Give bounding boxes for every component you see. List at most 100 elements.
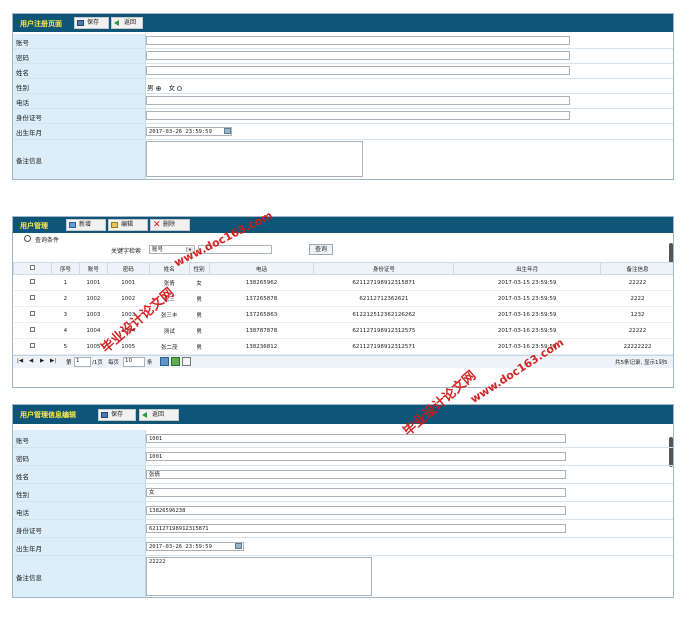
table-cell: 137265863 — [209, 306, 314, 323]
table-cell: 1 — [51, 274, 80, 291]
field-label: 出生年月 — [16, 545, 42, 553]
field-label: 身份证号 — [16, 527, 42, 535]
table-cell: 138787878 — [209, 322, 314, 339]
table-cell: 张二茂 — [149, 338, 190, 355]
form-row-phone: 电话 13826596238 — [13, 502, 673, 520]
next-page-icon[interactable]: ▶ — [40, 358, 44, 364]
table-cell: 2 — [51, 290, 80, 307]
name-input[interactable] — [146, 66, 570, 75]
per-page-unit: 条 — [147, 360, 153, 366]
table-header: 序号 账号 密码 姓名 性别 电话 身份证号 出生年月 备注信息 — [13, 262, 673, 275]
table-cell: 1002 — [79, 290, 108, 307]
table-cell: 22222222 — [600, 338, 673, 355]
select-all-checkbox[interactable] — [13, 262, 52, 275]
table-cell: 138265962 — [209, 274, 314, 291]
remark-textarea[interactable] — [146, 141, 363, 177]
table-row[interactable]: 3 1003 1003 张三丰男 137265863 612212512362126262… — [13, 306, 673, 323]
table-row[interactable]: 1 1001 1001 张倩女 138265962 621127198912315871 2… — [13, 274, 673, 291]
remark-textarea[interactable]: 22222 — [146, 557, 372, 596]
table-cell: 男 — [189, 338, 210, 355]
back-button[interactable]: 返回 — [139, 409, 179, 421]
field-label: 出生年月 — [16, 129, 42, 137]
row-checkbox[interactable] — [13, 274, 52, 291]
save-button[interactable]: 保存 — [74, 17, 109, 29]
column-header: 性别 — [188, 262, 210, 275]
account-input[interactable] — [146, 36, 570, 45]
new-button[interactable]: 新增 — [66, 219, 106, 231]
table-cell: 137265878 — [209, 290, 314, 307]
table-cell: 22222 — [600, 322, 673, 339]
table-cell: 男 — [189, 322, 210, 339]
table-cell: 621127198912312575 — [313, 322, 454, 339]
table-cell: 2017-03-16 23:59:59 — [453, 322, 601, 339]
table-cell: 5 — [51, 338, 80, 355]
form-row-password: 密码 — [13, 49, 673, 64]
password-input[interactable]: 1001 — [146, 452, 566, 461]
column-header: 出生年月 — [453, 262, 602, 275]
field-label: 备注信息 — [16, 574, 42, 582]
field-label: 电话 — [16, 509, 29, 517]
user-edit-panel: 用户管理信息编辑 保存 返回 账号 1001 密码 1001 姓名 张倩 性别 … — [12, 404, 674, 598]
phone-input[interactable] — [146, 96, 570, 105]
table-cell: 1001 — [79, 274, 108, 291]
calendar-icon[interactable] — [235, 543, 242, 549]
form-row-remark: 备注信息 22222 — [13, 556, 673, 597]
field-label: 账号 — [16, 39, 29, 47]
export-icon[interactable] — [171, 357, 180, 366]
female-radio[interactable] — [177, 85, 183, 91]
form-row-gender: 性别 男 女 — [13, 79, 673, 94]
idcard-input[interactable]: 621127198912315871 — [146, 524, 566, 533]
row-checkbox[interactable] — [13, 322, 52, 339]
phone-input[interactable]: 13826596238 — [146, 506, 566, 515]
male-radio[interactable] — [155, 85, 161, 91]
back-label: 返回 — [152, 411, 165, 418]
refresh-icon[interactable] — [160, 357, 169, 366]
query-button[interactable]: 查询 — [309, 244, 333, 255]
edit-button[interactable]: 编辑 — [108, 219, 148, 231]
delete-button[interactable]: ✕ 删除 — [150, 219, 190, 231]
birthdate-input[interactable]: 2017-03-26 23:59:59 — [146, 542, 244, 551]
row-checkbox[interactable] — [13, 290, 52, 307]
row-checkbox[interactable] — [13, 306, 52, 323]
idcard-input[interactable] — [146, 111, 570, 120]
table-cell: 2017-03-16 23:59:59 — [453, 306, 601, 323]
table-row[interactable]: 2 1002 1002 张三男 137265878 62112712362621 2017-… — [13, 290, 673, 307]
table-cell: 1003 — [79, 306, 108, 323]
print-icon[interactable] — [182, 357, 191, 366]
register-title: 用户注册页面 — [20, 20, 62, 28]
male-label: 男 — [147, 84, 154, 92]
password-input[interactable] — [146, 51, 570, 60]
table-cell: 22222 — [600, 274, 673, 291]
name-input[interactable]: 张倩 — [146, 470, 566, 479]
first-page-icon[interactable]: |◀ — [17, 358, 23, 364]
back-button[interactable]: 返回 — [111, 17, 143, 29]
magnifier-icon — [24, 235, 31, 242]
calendar-icon[interactable] — [224, 128, 231, 134]
field-label: 性别 — [16, 84, 29, 92]
field-label: 密码 — [16, 455, 29, 463]
save-icon — [101, 412, 108, 418]
form-row-phone: 电话 — [13, 94, 673, 109]
record-summary: 共5条记录, 显示1到5 — [615, 360, 668, 366]
birthdate-input[interactable]: 2017-03-26 23:59:59 — [146, 127, 232, 136]
delete-x-icon: ✕ — [153, 220, 161, 230]
column-header: 序号 — [50, 262, 80, 275]
per-page-select[interactable]: 10 — [123, 357, 145, 367]
table-cell: 1001 — [107, 274, 150, 291]
form-row-birth: 出生年月 2017-03-26 23:59:59 — [13, 124, 673, 140]
table-cell: 男 — [189, 290, 210, 307]
last-page-icon[interactable]: ▶| — [50, 358, 56, 364]
table-cell: 3 — [51, 306, 80, 323]
save-button[interactable]: 保存 — [98, 409, 136, 421]
page-number-input[interactable]: 1 — [74, 357, 91, 367]
form-row-remark: 备注信息 — [13, 140, 673, 179]
gender-input[interactable]: 女 — [146, 488, 566, 497]
field-label: 备注信息 — [16, 157, 42, 165]
table-cell: 2017-03-16 23:59:59 — [453, 338, 601, 355]
prev-page-icon[interactable]: ◀ — [29, 358, 33, 364]
table-cell: 2222 — [600, 290, 673, 307]
account-input[interactable]: 1001 — [146, 434, 566, 443]
field-label: 账号 — [16, 437, 29, 445]
row-checkbox[interactable] — [13, 338, 52, 355]
table-cell: 621127198912312571 — [313, 338, 454, 355]
